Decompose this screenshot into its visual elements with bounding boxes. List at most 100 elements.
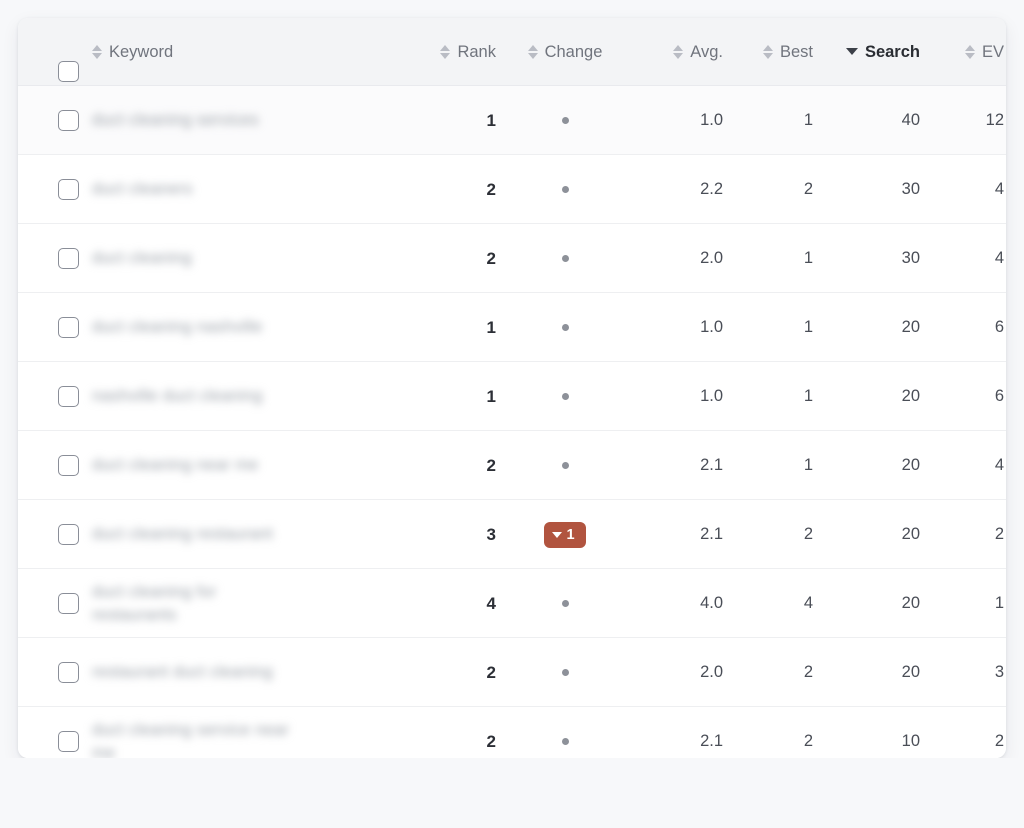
- sort-both-icon: [440, 44, 451, 60]
- best-cell: 4: [803, 594, 813, 612]
- row-checkbox[interactable]: [58, 317, 79, 338]
- search-cell: 30: [901, 180, 920, 198]
- avg-cell: 2.2: [700, 180, 723, 198]
- change-cell: [512, 362, 618, 431]
- triangle-down-icon: [552, 531, 563, 538]
- search-cell: 20: [901, 456, 920, 474]
- ev-cell: 4: [994, 180, 1004, 198]
- table-row[interactable]: duct cleaning nashville 1 1.0 1 20 6: [18, 293, 1006, 362]
- column-header-avg-label: Avg.: [690, 42, 723, 61]
- row-checkbox[interactable]: [58, 179, 79, 200]
- change-none-dot: [561, 669, 569, 676]
- best-cell: 1: [803, 249, 813, 267]
- column-header-ev-label: EV: [981, 42, 1004, 61]
- avg-cell: 2.1: [700, 525, 723, 543]
- sort-both-icon: [964, 44, 976, 60]
- change-cell: [512, 638, 618, 707]
- row-checkbox[interactable]: [58, 248, 79, 269]
- rank-cell: 4: [418, 569, 496, 638]
- column-header-keyword-label: Keyword: [109, 42, 174, 61]
- table-body[interactable]: duct cleaning services 1 1.0 1 40 12 duct clea…: [18, 86, 1006, 758]
- ev-cell: 3: [994, 663, 1004, 681]
- table-row[interactable]: duct cleaning restaurant 3 1 2.1 2 20 2: [18, 500, 1006, 569]
- change-none-dot: [561, 738, 569, 745]
- rank-cell: 2: [418, 638, 496, 707]
- row-checkbox[interactable]: [58, 455, 79, 476]
- table-row[interactable]: duct cleaning near me 2 2.1 1 20 4: [18, 431, 1006, 500]
- column-header-ev[interactable]: EV: [920, 18, 1004, 86]
- row-checkbox[interactable]: [58, 110, 79, 131]
- sort-both-icon: [762, 44, 774, 60]
- table-rows: duct cleaning services 1 1.0 1 40 12 duct clea…: [18, 86, 1006, 758]
- ev-cell: 12: [985, 111, 1004, 129]
- best-cell: 1: [803, 318, 813, 336]
- rank-cell: 2: [418, 431, 496, 500]
- column-header-search[interactable]: Search: [813, 18, 920, 86]
- sort-both-icon: [673, 44, 684, 60]
- search-cell: 20: [901, 318, 920, 336]
- avg-cell: 1.0: [700, 318, 723, 336]
- search-cell: 20: [901, 663, 920, 681]
- ev-cell: 6: [994, 387, 1004, 405]
- avg-cell: 1.0: [700, 111, 723, 129]
- row-checkbox[interactable]: [58, 593, 79, 614]
- best-cell: 2: [803, 732, 813, 750]
- ev-cell: 2: [994, 525, 1004, 543]
- table-row[interactable]: duct cleaning service near me 2 2.1 2 10 2: [18, 707, 1006, 758]
- table-row[interactable]: duct cleaning 2 2.0 1 30 4: [18, 224, 1006, 293]
- rank-value: 1: [486, 386, 496, 406]
- column-header-change-label: Change: [544, 42, 603, 61]
- column-header-best[interactable]: Best: [723, 18, 813, 86]
- change-none-dot: [561, 324, 569, 331]
- avg-cell: 1.0: [700, 387, 723, 405]
- rank-value: 2: [486, 662, 496, 682]
- ev-cell: 6: [994, 318, 1004, 336]
- change-cell: [512, 86, 618, 155]
- rank-cell: 3: [418, 500, 496, 569]
- select-all-checkbox[interactable]: [58, 61, 79, 82]
- change-cell: [512, 293, 618, 362]
- ev-cell: 1: [994, 594, 1004, 612]
- column-header-keyword[interactable]: Keyword: [92, 18, 173, 86]
- table-row[interactable]: duct cleaners 2 2.2 2 30 4: [18, 155, 1006, 224]
- change-none-dot: [561, 393, 569, 400]
- rank-cell: 1: [418, 293, 496, 362]
- avg-cell: 2.0: [700, 663, 723, 681]
- row-checkbox[interactable]: [58, 524, 79, 545]
- table-row[interactable]: restaurant duct cleaning 2 2.0 2 20 3: [18, 638, 1006, 707]
- sort-both-icon: [92, 44, 103, 60]
- change-none-dot: [561, 255, 569, 262]
- change-badge: 1: [544, 521, 586, 548]
- table-row[interactable]: nashville duct cleaning 1 1.0 1 20 6: [18, 362, 1006, 431]
- best-cell: 1: [803, 387, 813, 405]
- table-footer: 0 / 12 Tags Export: [0, 758, 1024, 828]
- best-cell: 1: [803, 111, 813, 129]
- search-cell: 40: [901, 111, 920, 129]
- search-cell: 20: [901, 387, 920, 405]
- row-checkbox[interactable]: [58, 386, 79, 407]
- table-row[interactable]: duct cleaning for restaurants 4 4.0 4 20 1: [18, 569, 1006, 638]
- rank-cell: 1: [418, 362, 496, 431]
- change-cell: 1: [512, 500, 618, 569]
- avg-cell: 2.1: [700, 456, 723, 474]
- table-row[interactable]: duct cleaning services 1 1.0 1 40 12: [18, 86, 1006, 155]
- change-cell: [512, 224, 618, 293]
- rank-cell: 2: [418, 224, 496, 293]
- rank-value: 1: [486, 110, 496, 130]
- rank-cell: 1: [418, 86, 496, 155]
- column-header-change[interactable]: Change: [512, 18, 618, 86]
- row-checkbox[interactable]: [58, 662, 79, 683]
- best-cell: 2: [803, 525, 813, 543]
- column-header-avg[interactable]: Avg.: [618, 18, 723, 86]
- column-header-best-label: Best: [779, 42, 813, 61]
- best-cell: 1: [803, 456, 813, 474]
- column-header-rank[interactable]: Rank: [418, 18, 496, 86]
- row-checkbox[interactable]: [58, 731, 79, 752]
- search-cell: 20: [901, 525, 920, 543]
- rank-value: 2: [486, 179, 496, 199]
- rank-value: 3: [486, 524, 496, 544]
- rank-cell: 2: [418, 155, 496, 224]
- rank-value: 2: [486, 248, 496, 268]
- rank-value: 2: [486, 455, 496, 475]
- change-none-dot: [561, 186, 569, 193]
